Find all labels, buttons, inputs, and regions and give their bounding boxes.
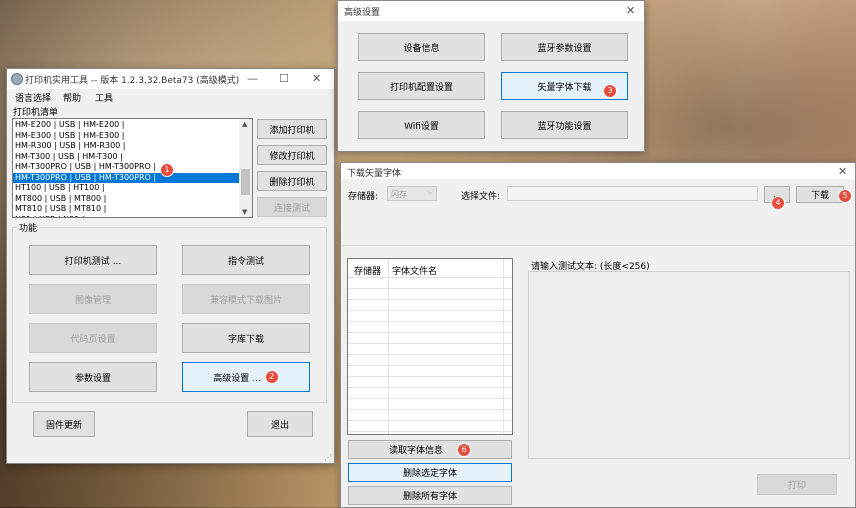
printer-test-button[interactable]: 打印机测试 ... [29,245,157,275]
connection-test-button[interactable]: 连接测试 [257,197,327,217]
bluetooth-params-button[interactable]: 蓝牙参数设置 [501,33,628,61]
delete-selected-font-button[interactable]: 删除选定字体 [348,463,512,482]
printer-list-item[interactable]: MT810 | USB | MT810 | [13,204,239,215]
badge-5: 5 [838,189,852,203]
font-close-icon[interactable]: ✕ [838,165,847,178]
edit-printer-button[interactable]: 修改打印机 [257,145,327,165]
advanced-settings-window: 高级设置 ✕ 设备信息 蓝牙参数设置 打印机配置设置 矢量字体下载 3 Wifi… [337,0,645,152]
bluetooth-function-button[interactable]: 蓝牙功能设置 [501,111,628,139]
printer-list-item[interactable]: HT100 | USB | HT100 | [13,183,239,194]
image-manage-button[interactable]: 图像管理 [29,284,157,314]
advanced-window-title: 高级设置 [344,8,381,18]
exit-button[interactable]: 退出 [247,411,313,437]
printer-rows: HM-E200 | USB | HM-E200 | HM-E300 | USB |… [13,120,239,218]
font-list-table[interactable]: 存储器 字体文件名 [347,258,513,435]
badge-6: 6 [457,442,471,457]
col-font-name-header[interactable]: 字体文件名 [392,264,437,277]
printer-list-item[interactable]: HM-T300PRO | USB | HM-T300PRO | [13,172,239,183]
badge-2: 2 [264,370,279,384]
add-printer-button[interactable]: 添加打印机 [257,119,327,139]
font-list-rows [348,277,512,434]
vector-font-download-label: 矢量字体下载 [537,82,592,93]
badge-1: 1 [160,163,174,177]
storage-label: 存储器: [348,192,379,202]
printer-list-item[interactable]: HM-R300 | USB | HM-R300 | [13,141,239,152]
printer-list-item[interactable]: MT800 | USB | MT800 | [13,194,239,205]
compat-image-download-button[interactable]: 兼容模式下载图片 [182,284,310,314]
table-row [348,420,512,432]
test-text-area[interactable] [528,271,850,459]
advanced-settings-button[interactable]: 高级设置 ... 2 [182,362,310,392]
printer-listbox[interactable]: HM-E200 | USB | HM-E200 | HM-E300 | USB |… [12,118,253,218]
menu-help[interactable]: 帮助 [63,91,81,104]
printer-list-item[interactable]: HM-E300 | USB | HM-E300 | [13,131,239,142]
badge-3: 3 [603,84,617,98]
printer-list-item[interactable]: HM-T300 | USB | HM-T300 | [13,152,239,163]
scroll-up-icon[interactable]: ▲ [242,120,247,128]
storage-select-value: 闪存 [391,190,407,199]
delete-printer-button[interactable]: 删除打印机 [257,171,327,191]
printer-config-button[interactable]: 打印机配置设置 [358,72,485,100]
delete-all-fonts-button[interactable]: 删除所有字体 [348,486,512,505]
advanced-settings-label: 高级设置 ... [213,373,261,384]
maximize-icon[interactable]: ☐ [279,72,289,85]
printer-list-item[interactable]: HM-T300PRO | USB | HM-T300PRO | [13,162,239,173]
scroll-down-icon[interactable]: ▼ [242,208,247,216]
advanced-titlebar: 高级设置 ✕ [338,1,644,21]
scroll-thumb[interactable] [241,169,250,195]
col-storage-header[interactable]: 存储器 [354,264,381,277]
printer-list-item[interactable]: HM-E200 | USB | HM-E200 | [13,120,239,131]
device-info-button[interactable]: 设备信息 [358,33,485,61]
resize-grip-icon[interactable]: ⋰ [324,453,332,462]
vector-font-window: 下载矢量字体 ✕ 存储器: 闪存 ⌵ 选择文件: ... 4 下载 5 存储器 … [340,162,856,508]
font-window-title: 下载矢量字体 [347,169,402,179]
advanced-close-icon[interactable]: ✕ [626,4,635,17]
read-font-info-label: 读取字体信息 [388,446,443,456]
firmware-update-button[interactable]: 固件更新 [33,411,95,437]
main-titlebar: 打印机实用工具 -- 版本 1.2.3.32.Beta73 (高级模式) — ☐… [7,69,334,89]
wifi-settings-button[interactable]: Wifi设置 [358,111,485,139]
printer-list-item[interactable]: N31 | USB | N31 | [13,215,239,218]
print-button[interactable]: 打印 [757,474,837,495]
minimize-icon[interactable]: — [247,72,258,85]
menu-language[interactable]: 语言选择 [15,91,51,104]
function-label: 功能 [17,221,40,234]
app-icon [11,73,23,85]
font-list-header: 存储器 字体文件名 [348,259,512,434]
printer-list-label: 打印机清单 [13,108,59,118]
badge-4: 4 [771,196,785,210]
select-file-label: 选择文件: [461,192,501,202]
dropdown-arrow-icon: ⌵ [427,188,433,196]
file-path-input[interactable] [507,186,758,201]
command-test-button[interactable]: 指令测试 [182,245,310,275]
font-titlebar: 下载矢量字体 ✕ [341,163,855,179]
printer-list-scrollbar[interactable]: ▲ ▼ [239,119,252,217]
main-window: 打印机实用工具 -- 版本 1.2.3.32.Beta73 (高级模式) — ☐… [6,68,335,464]
font-library-download-button[interactable]: 字库下载 [182,323,310,353]
close-icon[interactable]: ✕ [312,72,321,85]
read-font-info-button[interactable]: 读取字体信息 6 [348,440,512,459]
parameter-settings-button[interactable]: 参数设置 [29,362,157,392]
menu-tools[interactable]: 工具 [95,91,113,104]
download-button[interactable]: 下载 [796,186,844,203]
storage-select[interactable]: 闪存 ⌵ [387,186,437,201]
codepage-settings-button[interactable]: 代码页设置 [29,323,157,353]
main-window-title: 打印机实用工具 -- 版本 1.2.3.32.Beta73 (高级模式) [25,76,240,86]
